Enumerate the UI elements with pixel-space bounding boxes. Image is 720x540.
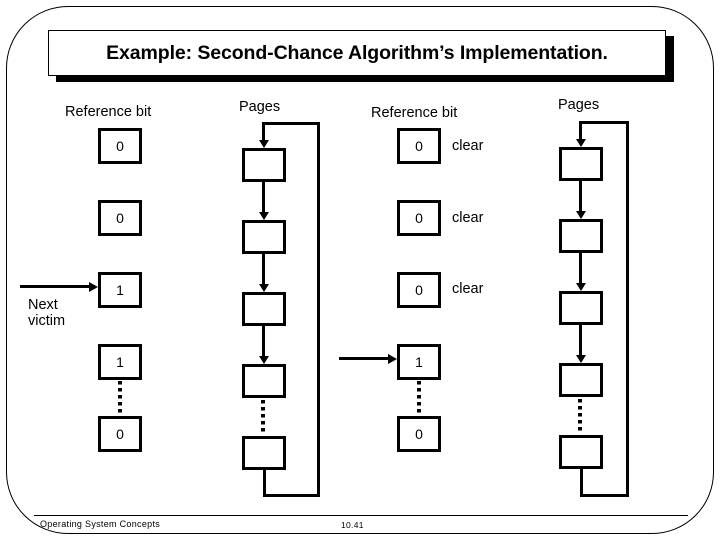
page-title: Example: Second-Chance Algorithm’s Imple… bbox=[106, 41, 608, 64]
right-pages-entry-arrowhead-icon bbox=[575, 139, 586, 147]
left-page-link-2-3-arrowhead-icon bbox=[258, 356, 269, 364]
left-reference-bit-box-3[interactable]: 1 bbox=[98, 344, 142, 380]
right-reference-bit-box-4[interactable]: 0 bbox=[397, 416, 441, 452]
right-reference-bit-box-0[interactable]: 0 bbox=[397, 128, 441, 164]
right-pages-loop-bottom-edge bbox=[580, 494, 629, 497]
right-page-box-0[interactable] bbox=[559, 147, 603, 181]
left-page-box-4[interactable] bbox=[242, 436, 286, 470]
right-page-link-1-2-arrowhead-icon bbox=[575, 283, 586, 291]
right-page-link-2-3-shaft bbox=[579, 325, 582, 357]
left-pages-loop-bottom-edge bbox=[263, 494, 320, 497]
left-reference-bit-box-4[interactable]: 0 bbox=[98, 416, 142, 452]
right-page-link-0-1-arrowhead-icon bbox=[575, 211, 586, 219]
right-clear-label-1: clear bbox=[452, 210, 484, 226]
left-reference-bit-box-1[interactable]: 0 bbox=[98, 200, 142, 236]
right-page-link-0-1-shaft bbox=[579, 181, 582, 213]
right-page-box-1[interactable] bbox=[559, 219, 603, 253]
right-page-box-4[interactable] bbox=[559, 435, 603, 469]
left-page-box-2[interactable] bbox=[242, 292, 286, 326]
right-reference-bit-box-1[interactable]: 0 bbox=[397, 200, 441, 236]
right-reference-bit-ellipsis bbox=[417, 381, 421, 415]
left-pages-loop-top-edge bbox=[263, 122, 320, 125]
left-reference-bit-box-2[interactable]: 1 bbox=[98, 272, 142, 308]
slide-canvas: Example: Second-Chance Algorithm’s Imple… bbox=[0, 0, 720, 540]
footer-slide-number: 10.41 bbox=[341, 520, 364, 530]
left-next-victim-arrowhead-icon bbox=[89, 281, 98, 292]
left-page-link-0-1-shaft bbox=[262, 182, 265, 214]
footer-source-label: Operating System Concepts bbox=[40, 519, 161, 529]
left-page-link-1-2-arrowhead-icon bbox=[258, 284, 269, 292]
left-page-link-2-3-shaft bbox=[262, 326, 265, 358]
right-reference-bit-box-2[interactable]: 0 bbox=[397, 272, 441, 308]
right-pages-heading: Pages bbox=[558, 97, 600, 113]
slide-rounded-frame bbox=[6, 6, 714, 534]
left-next-victim-label: Next victim bbox=[28, 297, 92, 329]
left-pages-loop-entry bbox=[262, 122, 265, 142]
right-page-link-1-2-shaft bbox=[579, 253, 582, 285]
right-reference-bit-box-3[interactable]: 1 bbox=[397, 344, 441, 380]
right-pages-loop-entry bbox=[579, 121, 582, 141]
right-next-victim-arrowhead-icon bbox=[388, 353, 397, 364]
left-pages-loop-right-edge bbox=[317, 122, 320, 497]
left-page-box-0[interactable] bbox=[242, 148, 286, 182]
left-page-box-3[interactable] bbox=[242, 364, 286, 398]
right-pages-loop-right-edge bbox=[626, 121, 629, 497]
right-next-victim-arrow-shaft bbox=[339, 357, 389, 360]
right-pages-loop-top-edge bbox=[580, 121, 629, 124]
left-next-victim-label-line1: Next bbox=[28, 297, 58, 313]
left-page-ellipsis bbox=[261, 400, 265, 434]
left-next-victim-arrow-shaft bbox=[20, 285, 90, 288]
right-clear-label-2: clear bbox=[452, 281, 484, 297]
left-pages-heading: Pages bbox=[239, 99, 281, 115]
footer-divider bbox=[34, 515, 688, 517]
right-reference-bit-heading: Reference bit bbox=[371, 105, 458, 121]
title-box: Example: Second-Chance Algorithm’s Imple… bbox=[48, 30, 666, 76]
left-reference-bit-ellipsis bbox=[118, 381, 122, 415]
right-clear-label-0: clear bbox=[452, 138, 484, 154]
right-page-ellipsis bbox=[578, 399, 582, 433]
right-page-box-2[interactable] bbox=[559, 291, 603, 325]
left-reference-bit-box-0[interactable]: 0 bbox=[98, 128, 142, 164]
right-page-link-2-3-arrowhead-icon bbox=[575, 355, 586, 363]
left-page-link-1-2-shaft bbox=[262, 254, 265, 286]
left-pages-entry-arrowhead-icon bbox=[258, 140, 269, 148]
left-reference-bit-heading: Reference bit bbox=[65, 104, 152, 120]
left-page-box-1[interactable] bbox=[242, 220, 286, 254]
left-page-link-0-1-arrowhead-icon bbox=[258, 212, 269, 220]
right-page-box-3[interactable] bbox=[559, 363, 603, 397]
left-next-victim-label-line2: victim bbox=[28, 313, 66, 330]
